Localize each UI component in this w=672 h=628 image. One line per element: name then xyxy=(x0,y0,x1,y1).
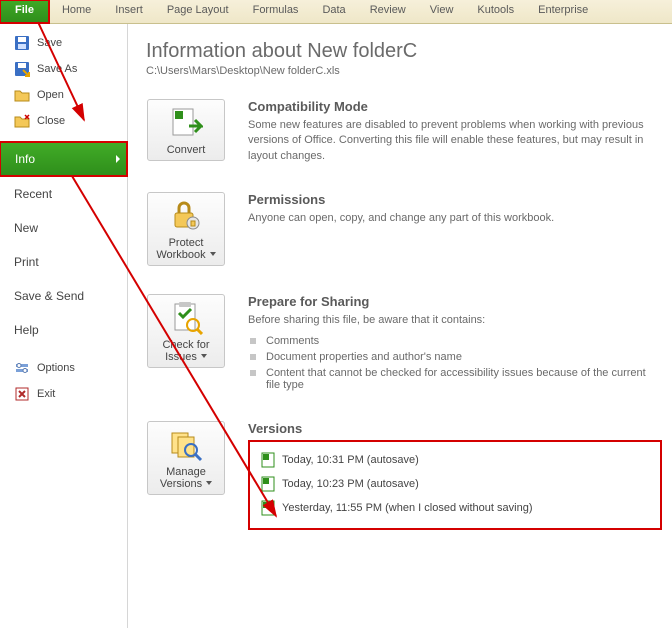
options-icon xyxy=(14,360,30,376)
versions-list: Today, 10:31 PM (autosave) Today, 10:23 … xyxy=(248,440,662,530)
convert-button-label: Convert xyxy=(167,144,206,156)
list-item: Document properties and author's name xyxy=(248,349,662,365)
list-item: Content that cannot be checked for acces… xyxy=(248,365,662,393)
sidebar-info[interactable]: Info xyxy=(0,141,128,177)
sidebar-help-label: Help xyxy=(14,323,39,337)
versions-heading: Versions xyxy=(248,421,662,436)
excel-file-icon xyxy=(260,452,276,468)
version-label: Yesterday, 11:55 PM (when I closed witho… xyxy=(282,502,533,514)
tab-kutools[interactable]: Kutools xyxy=(465,0,526,23)
sidebar-save-send-label: Save & Send xyxy=(14,289,84,303)
version-item[interactable]: Today, 10:31 PM (autosave) xyxy=(260,448,650,472)
manage-versions-label: Manage Versions xyxy=(160,466,212,490)
tab-insert[interactable]: Insert xyxy=(103,0,155,23)
list-item: Comments xyxy=(248,333,662,349)
sidebar-open-label: Open xyxy=(37,89,64,101)
tab-view[interactable]: View xyxy=(418,0,466,23)
sidebar-recent-label: Recent xyxy=(14,187,52,201)
close-icon xyxy=(14,113,30,129)
prepare-sharing-list: Comments Document properties and author'… xyxy=(248,333,662,393)
sidebar-open[interactable]: Open xyxy=(0,82,127,108)
save-as-icon xyxy=(14,61,30,77)
section-compatibility: Convert Compatibility Mode Some new feat… xyxy=(146,99,662,164)
tab-formulas[interactable]: Formulas xyxy=(241,0,311,23)
section-permissions: Protect Workbook Permissions Anyone can … xyxy=(146,192,662,266)
page-title: Information about New folderC xyxy=(146,40,662,63)
version-label: Today, 10:31 PM (autosave) xyxy=(282,454,419,466)
tab-page-layout[interactable]: Page Layout xyxy=(155,0,241,23)
version-item[interactable]: Today, 10:23 PM (autosave) xyxy=(260,472,650,496)
sidebar-recent[interactable]: Recent xyxy=(0,177,127,211)
version-label: Today, 10:23 PM (autosave) xyxy=(282,478,419,490)
sidebar-close-label: Close xyxy=(37,115,65,127)
prepare-sharing-heading: Prepare for Sharing xyxy=(248,294,662,309)
ribbon-tabs: File Home Insert Page Layout Formulas Da… xyxy=(0,0,672,24)
tab-data[interactable]: Data xyxy=(310,0,357,23)
check-issues-label: Check for Issues xyxy=(162,339,209,363)
lock-icon xyxy=(150,199,222,233)
sidebar-save[interactable]: Save xyxy=(0,30,127,56)
exit-icon xyxy=(14,386,30,402)
sidebar-save-as-label: Save As xyxy=(37,63,77,75)
sidebar-print[interactable]: Print xyxy=(0,245,127,279)
protect-workbook-button[interactable]: Protect Workbook xyxy=(147,192,225,266)
tab-home[interactable]: Home xyxy=(50,0,103,23)
sidebar-exit[interactable]: Exit xyxy=(0,381,127,407)
sidebar-options-label: Options xyxy=(37,362,75,374)
convert-button[interactable]: Convert xyxy=(147,99,225,161)
manage-versions-button[interactable]: Manage Versions xyxy=(147,421,225,495)
backstage-sidebar: Save Save As Open Close Info Recent New … xyxy=(0,24,128,628)
file-path: C:\Users\Mars\Desktop\New folderC.xls xyxy=(146,65,662,77)
sidebar-save-as[interactable]: Save As xyxy=(0,56,127,82)
protect-workbook-label: Protect Workbook xyxy=(156,237,215,261)
sidebar-print-label: Print xyxy=(14,255,39,269)
check-issues-button[interactable]: Check for Issues xyxy=(147,294,225,368)
version-item[interactable]: Yesterday, 11:55 PM (when I closed witho… xyxy=(260,496,650,520)
sidebar-save-send[interactable]: Save & Send xyxy=(0,279,127,313)
excel-file-icon xyxy=(260,476,276,492)
save-icon xyxy=(14,35,30,51)
section-prepare-sharing: Check for Issues Prepare for Sharing Bef… xyxy=(146,294,662,392)
permissions-body: Anyone can open, copy, and change any pa… xyxy=(248,211,662,226)
permissions-heading: Permissions xyxy=(248,192,662,207)
sidebar-save-label: Save xyxy=(37,37,62,49)
backstage-content: Information about New folderC C:\Users\M… xyxy=(128,24,672,628)
manage-versions-icon xyxy=(150,428,222,462)
sidebar-options[interactable]: Options xyxy=(0,355,127,381)
section-versions: Manage Versions Versions Today, 10:31 PM… xyxy=(146,421,662,530)
compatibility-heading: Compatibility Mode xyxy=(248,99,662,114)
compatibility-body: Some new features are disabled to preven… xyxy=(248,118,662,164)
open-icon xyxy=(14,87,30,103)
sidebar-info-label: Info xyxy=(15,152,35,166)
prepare-sharing-lead: Before sharing this file, be aware that … xyxy=(248,313,662,328)
tab-enterprise[interactable]: Enterprise xyxy=(526,0,600,23)
check-issues-icon xyxy=(150,301,222,335)
sidebar-close[interactable]: Close xyxy=(0,108,127,134)
excel-file-icon xyxy=(260,500,276,516)
sidebar-new[interactable]: New xyxy=(0,211,127,245)
tab-file[interactable]: File xyxy=(0,0,50,24)
sidebar-help[interactable]: Help xyxy=(0,313,127,347)
sidebar-exit-label: Exit xyxy=(37,388,55,400)
convert-icon xyxy=(150,106,222,140)
sidebar-new-label: New xyxy=(14,221,38,235)
tab-review[interactable]: Review xyxy=(358,0,418,23)
